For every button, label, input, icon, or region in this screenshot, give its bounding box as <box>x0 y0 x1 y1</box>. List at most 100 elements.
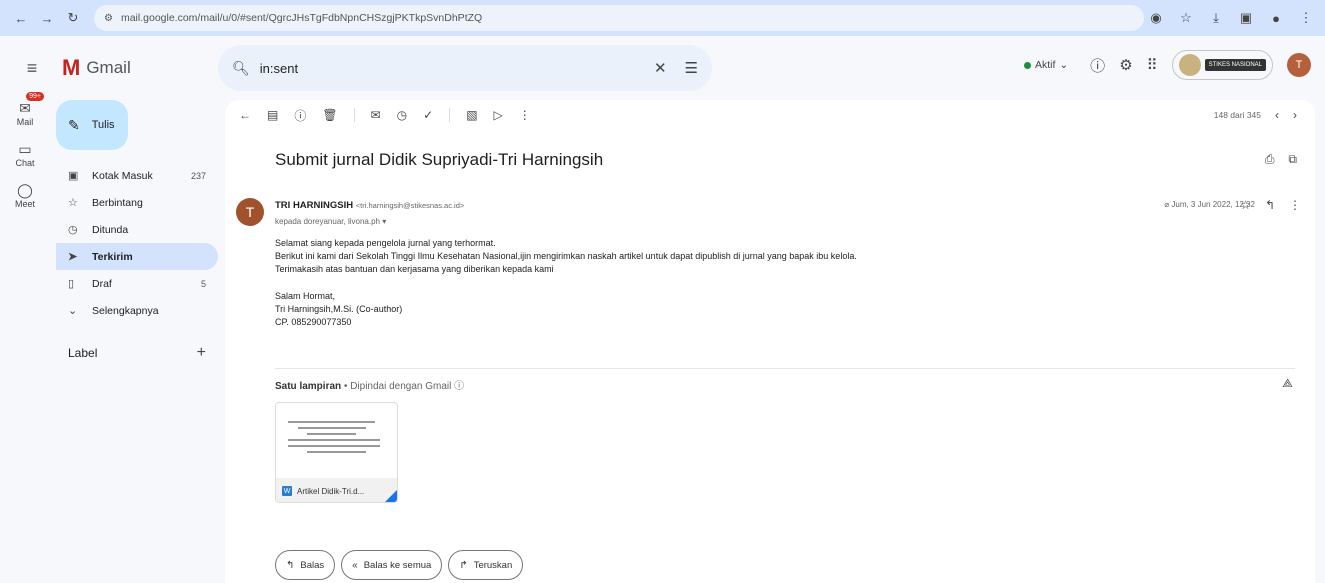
mark-unread-icon[interactable]: ✉ <box>371 108 381 122</box>
corner-fold-icon <box>383 490 397 502</box>
recipients-text: kepada doreyanuar, livona.ph <box>275 217 380 226</box>
search-input[interactable] <box>259 60 654 76</box>
prev-page-icon[interactable]: ‹ <box>1275 108 1279 122</box>
star-icon: ☆ <box>68 197 78 209</box>
account-avatar[interactable]: T <box>1287 53 1311 77</box>
more-options-icon[interactable]: ⋮ <box>519 108 531 122</box>
snooze-icon[interactable]: ◷ <box>397 108 407 122</box>
profile-icon[interactable]: ● <box>1265 7 1287 29</box>
organization-logo[interactable]: STIKES NASIONAL <box>1171 50 1273 80</box>
add-task-icon[interactable]: ✓ <box>423 108 433 122</box>
status-dot-icon <box>1023 61 1031 69</box>
rail-item-chat[interactable]: ▭ Chat <box>0 141 50 168</box>
folder-count: 5 <box>200 278 206 289</box>
status-selector[interactable]: Aktif ⌄ <box>1016 55 1076 75</box>
message-more-icon[interactable]: ⋮ <box>1289 198 1301 212</box>
signature-line: Tri Harningsih,M.Si. (Co-author) <box>275 304 403 314</box>
forward-icon[interactable]: → <box>36 7 58 29</box>
search-icon[interactable]: 🔍︎ <box>232 60 250 77</box>
pencil-icon: ✎ <box>68 116 80 133</box>
compose-button[interactable]: ✎ Tulis <box>56 100 128 150</box>
sidebar-item-more[interactable]: ⌄ Selengkapnya <box>56 297 218 324</box>
print-icon[interactable]: ⎙ <box>1265 152 1275 167</box>
email-subject: Submit jurnal Didik Supriyadi-Tri Harnin… <box>275 150 604 169</box>
address-bar[interactable]: ⚙ mail.google.com/mail/u/0/#sent/QgrcJHs… <box>94 5 1144 31</box>
main-menu-icon[interactable]: ≡ <box>12 48 52 88</box>
word-file-icon: W <box>282 486 292 496</box>
forward-label: Teruskan <box>473 559 513 571</box>
gmail-header: ≡ M Gmail 🔍︎ ✕ ☰ Aktif ⌄ ⓘ ⚙ ⠿ STIKES NA… <box>0 36 1325 100</box>
meet-icon: ◯ <box>17 182 33 198</box>
app-rail: ✉ 99+ Mail ▭ Chat ◯ Meet <box>0 92 50 223</box>
sidebar-item-sent[interactable]: ➤ Terkirim <box>56 243 218 270</box>
reload-icon[interactable]: ↻ <box>62 7 84 29</box>
forward-button[interactable]: ↱ Teruskan <box>448 550 524 580</box>
extension-icon[interactable]: ◉ <box>1145 7 1167 29</box>
attachments-heading: Satu lampiran <box>275 381 342 392</box>
labels-heading: Label <box>68 346 98 360</box>
site-info-icon[interactable]: ⚙ <box>104 13 113 24</box>
sender-email: <tri.harningsih@stikesnas.ac.id> <box>355 201 465 210</box>
clear-search-icon[interactable]: ✕ <box>654 59 667 77</box>
back-arrow-icon[interactable]: ← <box>239 108 251 122</box>
body-line: Selamat siang kepada pengelola jurnal ya… <box>275 238 496 248</box>
recipients-line[interactable]: kepada doreyanuar, livona.ph ▾ <box>275 217 386 226</box>
scan-note: Dipindai dengan Gmail <box>350 381 452 392</box>
bookmark-star-icon[interactable]: ☆ <box>1175 7 1197 29</box>
search-options-icon[interactable]: ☰ <box>685 59 698 77</box>
attachment-card[interactable]: W Artikel Didik-Tri.d... <box>275 402 398 503</box>
archive-icon[interactable]: ▤ <box>267 108 278 122</box>
sidebar-item-inbox[interactable]: ▣ Kotak Masuk 237 <box>56 162 218 189</box>
gmail-logo[interactable]: M Gmail <box>62 55 212 81</box>
move-to-icon[interactable]: ▧ <box>466 108 477 122</box>
star-message-icon[interactable]: ☆ <box>1240 198 1251 212</box>
browser-menu-icon[interactable]: ⋮ <box>1295 7 1317 29</box>
report-spam-icon[interactable]: ⓘ <box>294 107 306 124</box>
rail-item-mail[interactable]: ✉ 99+ Mail <box>0 92 50 127</box>
back-icon[interactable]: ← <box>10 7 32 29</box>
folder-label: Terkirim <box>92 250 133 263</box>
toolbar-divider <box>449 108 451 122</box>
help-icon[interactable]: ⓘ <box>1090 55 1105 76</box>
reply-label: Balas <box>300 559 325 571</box>
subject-actions: ⎙ ⧉ <box>1265 152 1297 167</box>
folder-count: 237 <box>190 170 206 181</box>
sidebar-item-snoozed[interactable]: ◷ Ditunda <box>56 216 218 243</box>
clock-icon: ◷ <box>68 224 78 236</box>
label-icon[interactable]: ▷ <box>494 108 503 122</box>
add-to-drive-icon[interactable]: ⟁ <box>1282 376 1293 391</box>
tab-icon[interactable]: ▣ <box>1235 7 1257 29</box>
info-icon[interactable]: ⓘ <box>454 381 464 392</box>
mail-icon: ✉ 99+ <box>19 92 44 117</box>
signature-line: CP. 085290077350 <box>275 317 352 327</box>
sender-line: TRI HARNINGSIH <tri.harningsih@stikesnas… <box>275 200 464 211</box>
download-icon[interactable]: ⤓ <box>1205 7 1227 29</box>
sidebar-item-drafts[interactable]: ▯ Draf 5 <box>56 270 218 297</box>
folder-label: Draf <box>92 277 112 290</box>
delete-icon[interactable]: 🗑︎ <box>322 108 337 122</box>
sender-name[interactable]: TRI HARNINGSIH <box>275 200 353 211</box>
org-badge: STIKES NASIONAL <box>1204 59 1266 71</box>
add-label-icon[interactable]: + <box>197 344 206 362</box>
open-new-window-icon[interactable]: ⧉ <box>1288 152 1297 167</box>
next-page-icon[interactable]: › <box>1293 108 1297 122</box>
attachments-header: Satu lampiran • Dipindai dengan Gmail ⓘ <box>275 377 464 392</box>
settings-icon[interactable]: ⚙ <box>1119 56 1132 74</box>
sender-avatar[interactable]: T <box>236 198 264 226</box>
chevron-down-icon: ⌄ <box>1059 59 1069 71</box>
attachment-clip-icon: ⌀ <box>1164 200 1170 209</box>
reply-icon[interactable]: ↰ <box>1265 198 1275 212</box>
reply-button[interactable]: ↰ Balas <box>275 550 336 580</box>
header-right: Aktif ⌄ ⓘ ⚙ ⠿ STIKES NASIONAL T <box>1016 50 1311 80</box>
reply-all-button[interactable]: « Balas ke semua <box>341 550 443 580</box>
attachment-preview <box>276 403 397 478</box>
folder-label: Selengkapnya <box>92 304 159 317</box>
reply-icon: ↰ <box>286 559 295 571</box>
body-line: Terimakasih atas bantuan dan kerjasama y… <box>275 264 554 274</box>
labels-section: Label + <box>56 344 218 362</box>
sidebar-item-starred[interactable]: ☆ Berbintang <box>56 189 218 216</box>
chevron-down-icon: ⌄ <box>68 305 78 317</box>
rail-item-meet[interactable]: ◯ Meet <box>0 182 50 209</box>
apps-grid-icon[interactable]: ⠿ <box>1147 56 1158 74</box>
